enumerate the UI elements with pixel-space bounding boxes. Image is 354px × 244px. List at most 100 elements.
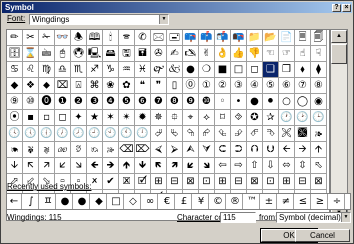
symbol-cell[interactable]: ❸: [87, 94, 103, 110]
symbol-cell[interactable]: ⦿: [7, 110, 23, 126]
symbol-cell[interactable]: ⮉: [247, 142, 263, 158]
symbol-cell[interactable]: 🡻: [135, 158, 151, 174]
symbol-cell[interactable]: 👍: [231, 46, 247, 62]
symbol-cell[interactable]: ⮚: [167, 142, 183, 158]
symbol-cell[interactable]: ♒: [119, 62, 135, 78]
symbol-cell[interactable]: ⑨: [7, 94, 23, 110]
recent-symbol[interactable]: ±: [262, 194, 277, 209]
symbol-cell[interactable]: ⮴: [215, 126, 231, 142]
symbol-cell[interactable]: 👎: [247, 46, 263, 62]
symbol-cell[interactable]: ⊡: [263, 174, 279, 190]
symbol-cell[interactable]: 🕙: [103, 126, 119, 142]
symbol-cell[interactable]: ⯐: [167, 110, 183, 126]
symbol-cell[interactable]: ✿: [119, 78, 135, 94]
symbol-cell[interactable]: ✍: [167, 46, 183, 62]
symbol-cell[interactable]: 🡸: [87, 158, 103, 174]
symbol-cell[interactable]: ⊟: [167, 174, 183, 190]
close-button[interactable]: ×: [342, 4, 351, 12]
symbol-cell[interactable]: 🙗: [23, 142, 39, 158]
symbol-cell[interactable]: ⬥: [39, 78, 55, 94]
symbol-cell[interactable]: ❺: [119, 94, 135, 110]
symbol-cell[interactable]: ◯: [295, 94, 311, 110]
symbol-cell[interactable]: ⊞: [279, 174, 295, 190]
recent-symbol[interactable]: □: [109, 194, 124, 209]
symbol-cell[interactable]: ④: [247, 78, 263, 94]
symbol-cell[interactable]: ✂: [23, 30, 39, 46]
scroll-up-button[interactable]: ▲: [331, 30, 347, 43]
recent-symbol[interactable]: ㅍ: [41, 194, 56, 209]
symbol-cell[interactable]: 🖲: [71, 46, 87, 62]
symbol-cell[interactable]: ⑦: [295, 78, 311, 94]
symbol-cell[interactable]: ⓪: [183, 78, 199, 94]
symbol-cell[interactable]: ✇: [151, 46, 167, 62]
symbol-cell[interactable]: 👌: [215, 46, 231, 62]
symbol-cell[interactable]: 🕑: [295, 110, 311, 126]
symbol-cell[interactable]: 🙵: [167, 62, 183, 78]
symbol-cell[interactable]: ♌: [23, 62, 39, 78]
symbol-cell[interactable]: 🖴: [103, 46, 119, 62]
symbol-cell[interactable]: 🗏: [295, 30, 311, 46]
symbol-cell[interactable]: 🕓: [7, 126, 23, 142]
symbol-cell[interactable]: 🙓: [103, 142, 119, 158]
symbol-cell[interactable]: ♏: [71, 62, 87, 78]
symbol-cell[interactable]: 🗄: [7, 46, 23, 62]
symbol-cell[interactable]: 🕘: [87, 126, 103, 142]
symbol-cell[interactable]: 🡪: [295, 142, 311, 158]
symbol-cell[interactable]: ⍓: [71, 78, 87, 94]
symbol-cell[interactable]: ✴: [119, 110, 135, 126]
symbol-cell[interactable]: 🖎: [183, 46, 199, 62]
symbol-cell[interactable]: ○: [279, 94, 295, 110]
symbol-cell[interactable]: 🖃: [167, 30, 183, 46]
symbol-cell[interactable]: 🖳: [87, 46, 103, 62]
symbol-cell[interactable]: •: [231, 94, 247, 110]
recent-symbol[interactable]: ≥: [313, 194, 328, 209]
symbol-cell[interactable]: ◉: [311, 94, 327, 110]
symbol-cell[interactable]: ☝: [295, 46, 311, 62]
symbol-cell[interactable]: ▯: [167, 78, 183, 94]
title-bar[interactable]: Symbol ? ×: [2, 2, 352, 13]
symbol-cell[interactable]: ⌛: [23, 46, 39, 62]
symbol-cell[interactable]: 🡼: [151, 158, 167, 174]
symbol-cell[interactable]: ✰: [263, 110, 279, 126]
symbol-cell[interactable]: 📬: [215, 30, 231, 46]
symbol-cell[interactable]: ◻: [55, 110, 71, 126]
symbol-cell[interactable]: 🡭: [39, 158, 55, 174]
symbol-cell[interactable]: ❶: [55, 94, 71, 110]
symbol-cell[interactable]: ⬄: [279, 158, 295, 174]
symbol-cell[interactable]: 🕿: [119, 30, 135, 46]
symbol-cell[interactable]: ⮊: [231, 142, 247, 158]
symbol-cell[interactable]: □: [231, 62, 247, 78]
symbol-cell[interactable]: 🖂: [151, 30, 167, 46]
symbol-cell[interactable]: ⑤: [263, 78, 279, 94]
symbol-cell[interactable]: ⇧: [247, 158, 263, 174]
symbol-cell[interactable]: 🙖: [39, 142, 55, 158]
symbol-cell[interactable]: ✁: [39, 30, 55, 46]
symbol-cell[interactable]: ◆: [7, 78, 23, 94]
symbol-cell[interactable]: 🕮: [87, 30, 103, 46]
symbol-cell[interactable]: ⊟: [295, 174, 311, 190]
symbol-cell[interactable]: 🖮: [39, 46, 55, 62]
recent-symbol[interactable]: £: [177, 194, 192, 209]
symbol-cell[interactable]: 🖬: [135, 46, 151, 62]
symbol-cell[interactable]: ⯑: [231, 110, 247, 126]
character-code-input[interactable]: 115: [220, 212, 256, 223]
symbol-cell[interactable]: ✏: [7, 30, 23, 46]
symbol-cell[interactable]: ♎: [55, 62, 71, 78]
symbol-cell[interactable]: 🡽: [167, 158, 183, 174]
chevron-down-icon[interactable]: ▼: [341, 213, 350, 222]
font-select[interactable]: Wingdings ▼: [29, 14, 169, 25]
symbol-cell[interactable]: ⇩: [263, 158, 279, 174]
recent-symbol[interactable]: €: [160, 194, 175, 209]
symbol-cell[interactable]: ▫: [39, 110, 55, 126]
symbol-cell[interactable]: 🙑: [71, 142, 87, 158]
recent-symbol[interactable]: ∞: [143, 194, 158, 209]
symbol-cell[interactable]: ①: [199, 78, 215, 94]
symbol-cell[interactable]: ❒: [279, 62, 295, 78]
symbol-cell[interactable]: ☜: [263, 46, 279, 62]
symbol-cell[interactable]: ✦: [71, 110, 87, 126]
symbol-cell[interactable]: 🖰: [55, 46, 71, 62]
symbol-cell[interactable]: ✵: [151, 110, 167, 126]
recent-symbol[interactable]: ◇: [126, 194, 141, 209]
symbol-cell[interactable]: 🡩: [311, 142, 327, 158]
symbol-cell[interactable]: ❞: [151, 78, 167, 94]
